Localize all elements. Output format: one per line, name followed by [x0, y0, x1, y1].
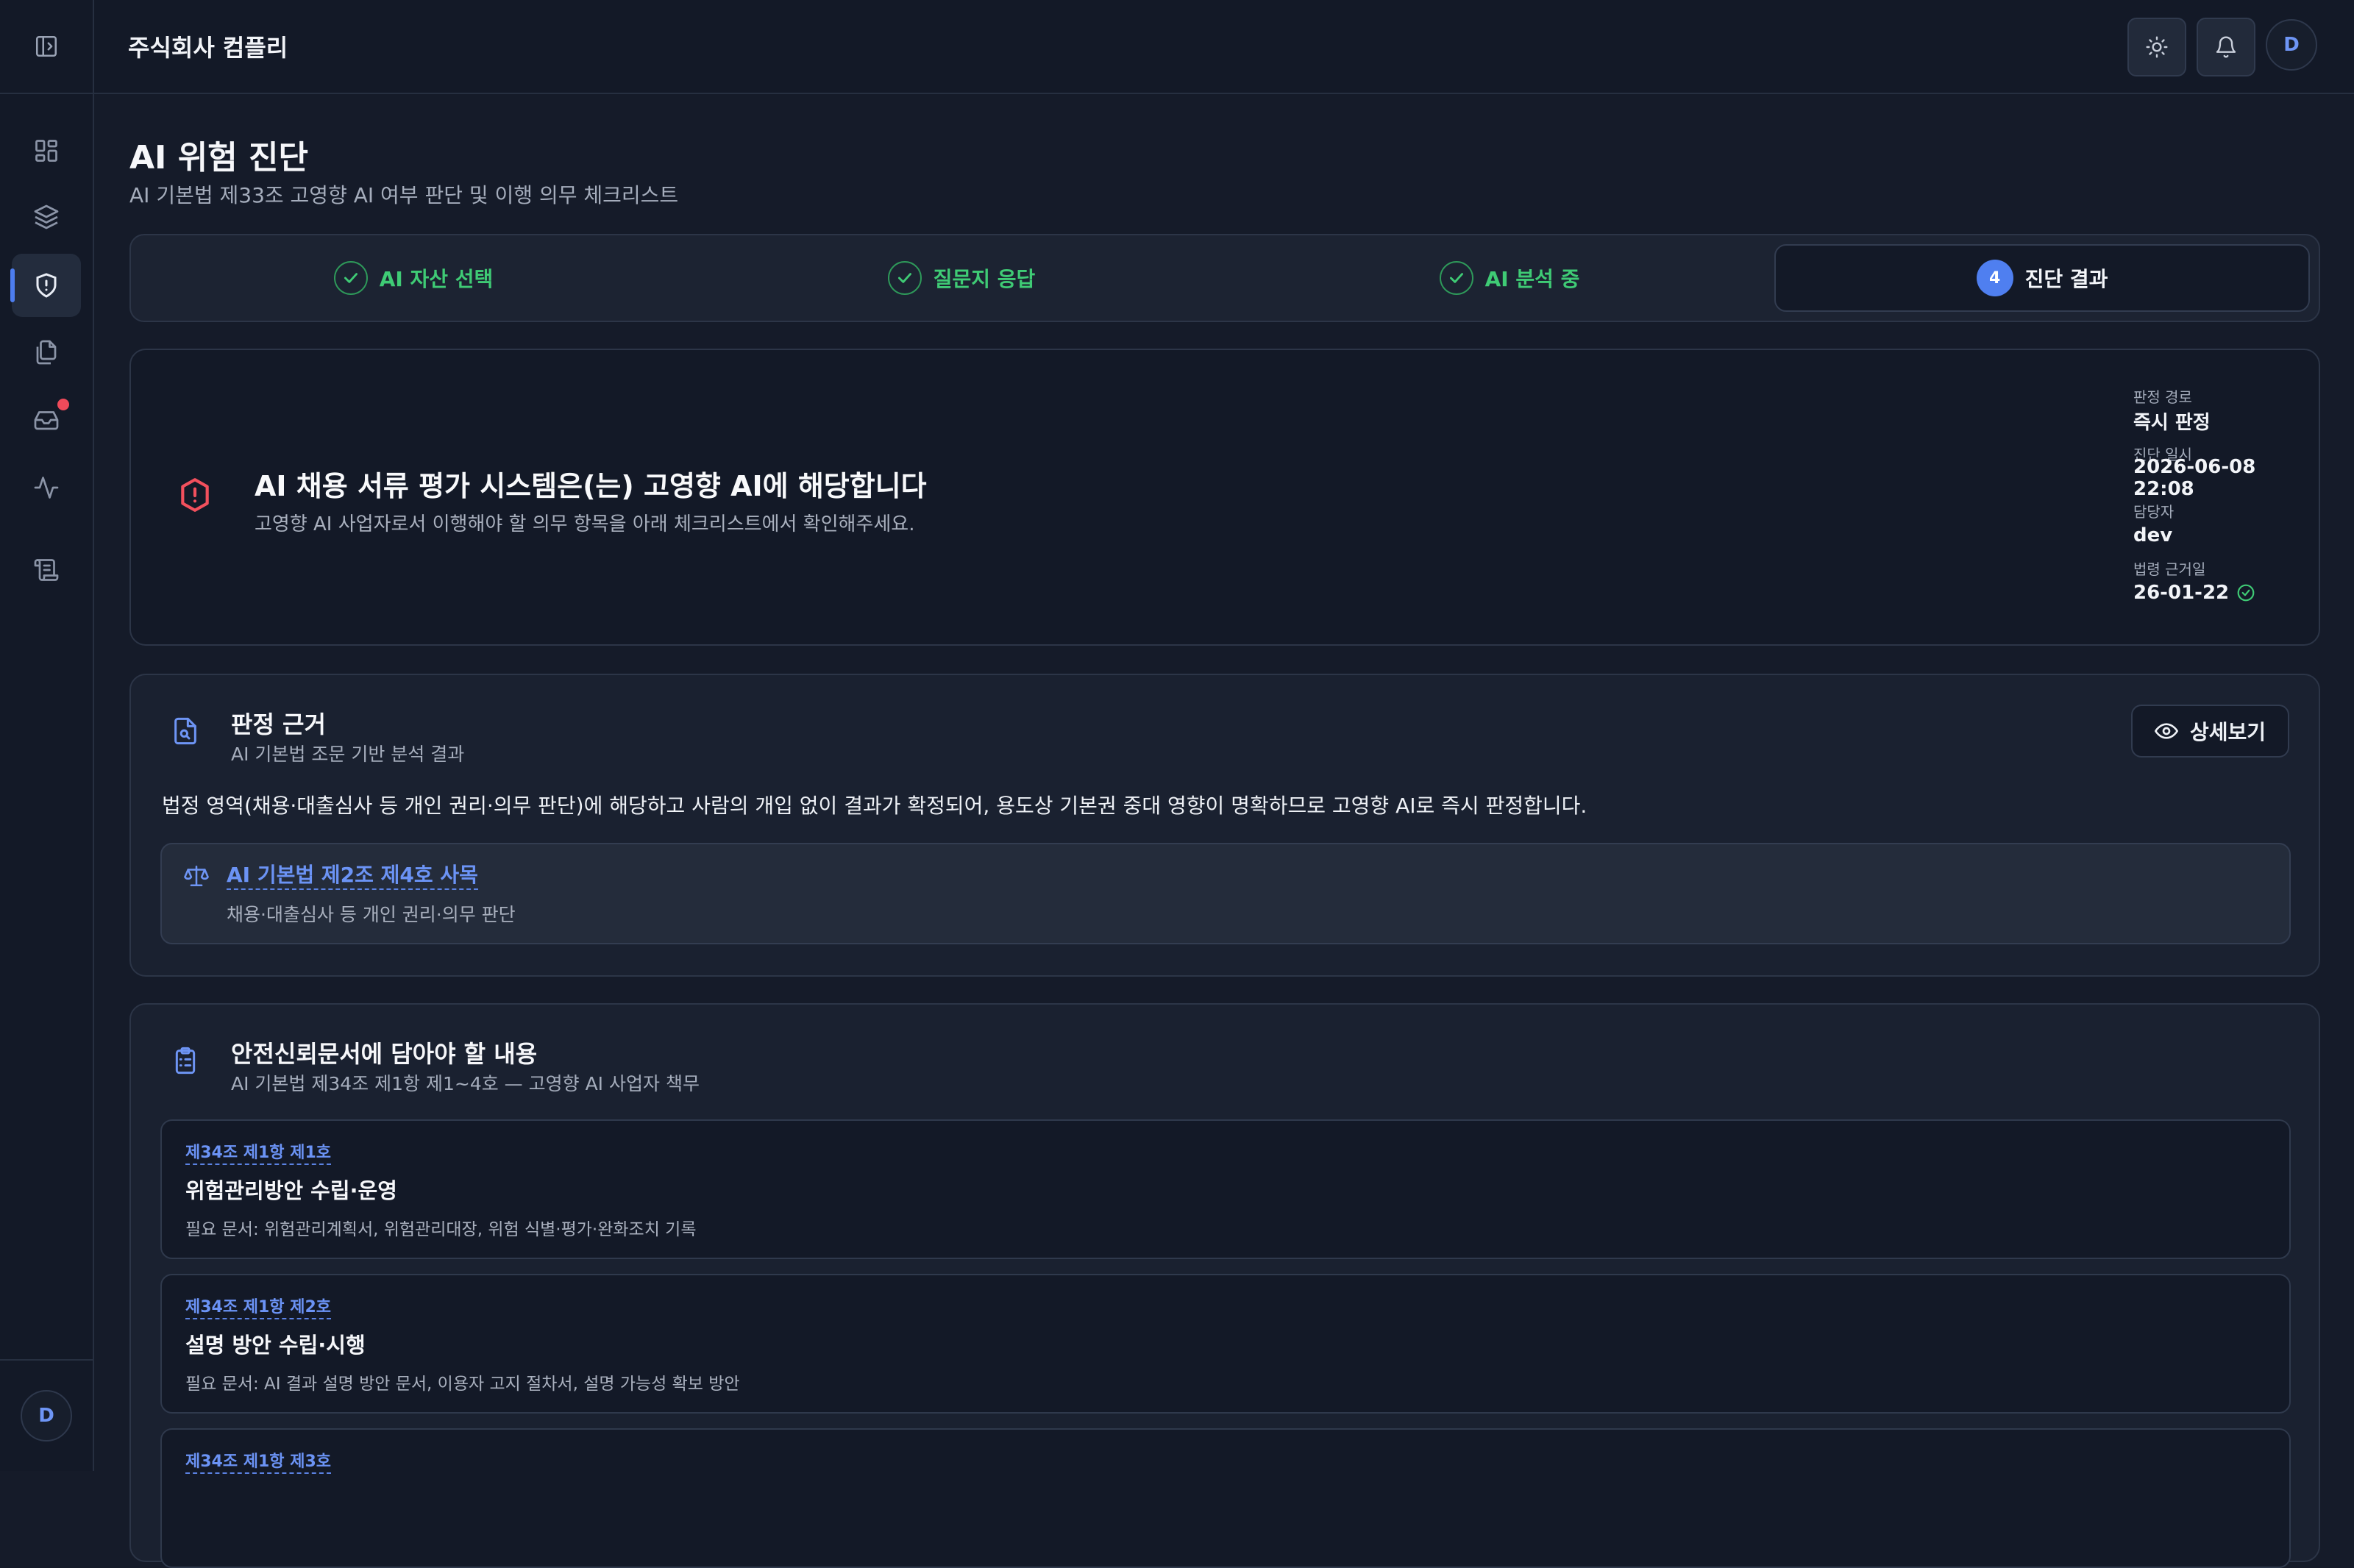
grid-icon [33, 138, 60, 164]
sidebar-toggle-icon[interactable] [34, 34, 59, 59]
page-title: AI 위험 진단 [129, 139, 308, 177]
requirement-docs: 필요 문서: AI 결과 설명 방안 문서, 이용자 고지 절차서, 설명 가능… [185, 1375, 740, 1394]
basis-subtitle: AI 기본법 조문 기반 분석 결과 [231, 744, 465, 765]
sidebar-header [0, 0, 93, 94]
sidebar: D [0, 0, 94, 1471]
shield-alert-icon [177, 477, 213, 516]
result-card: AI 채용 서류 평가 시스템은(는) 고영향 AI에 해당합니다 고영향 AI… [129, 349, 2320, 646]
activity-icon [33, 474, 60, 501]
eye-icon [2154, 719, 2178, 743]
step-number: 4 [1976, 260, 2013, 296]
meta-path-value: 즉시 판정 [2133, 411, 2211, 434]
basis-card: 판정 근거 AI 기본법 조문 기반 분석 결과 상세보기 법정 영역(채용·대… [129, 674, 2320, 977]
step-ai-analysis[interactable]: AI 분석 중 [1242, 244, 1777, 312]
basis-text: 법정 영역(채용·대출심사 등 개인 권리·의무 판단)에 해당하고 사람의 개… [162, 794, 1587, 818]
requirements-title: 안전신뢰문서에 담아야 할 내용 [231, 1040, 538, 1068]
result-meta: 판정 경로 즉시 판정 진단 일시 2026-06-08 22:08 담당자 d… [2133, 379, 2319, 609]
shield-alert-icon [33, 272, 60, 299]
check-circle-icon [887, 261, 922, 295]
check-circle-icon [333, 261, 368, 295]
requirement-item: 제34조 제1항 제3호 [160, 1428, 2291, 1568]
result-title: AI 채용 서류 평가 시스템은(는) 고영향 AI에 해당합니다 [255, 470, 927, 502]
notification-dot [57, 399, 69, 410]
requirement-item: 제34조 제1항 제2호 설명 방안 수립·시행 필요 문서: AI 결과 설명… [160, 1274, 2291, 1414]
step-asset-select[interactable]: AI 자산 선택 [146, 244, 681, 312]
requirements-subtitle: AI 기본법 제34조 제1항 제1~4호 — 고영향 AI 사업자 책무 [231, 1073, 700, 1094]
sidebar-item-risk-diagnosis[interactable] [10, 254, 81, 317]
meta-law-date: 26-01-22 [2133, 577, 2319, 609]
requirement-ref-link[interactable]: 제34조 제1항 제2호 [185, 1297, 331, 1319]
check-circle-icon [1439, 261, 1473, 295]
sidebar-item-dashboard[interactable] [12, 119, 81, 182]
meta-label: 판정 경로 [2133, 388, 2192, 406]
layers-icon [33, 204, 60, 230]
file-search-icon [171, 716, 200, 749]
requirement-title: 위험관리방안 수립·운영 [185, 1178, 397, 1203]
step-label: 질문지 응답 [933, 267, 1036, 291]
result-description: 고영향 AI 사업자로서 이행해야 할 의무 항목을 아래 체크리스트에서 확인… [255, 513, 915, 535]
step-label: 진단 결과 [2024, 267, 2108, 291]
scale-icon [184, 863, 209, 891]
sidebar-item-monitoring[interactable] [12, 456, 81, 519]
view-details-button[interactable]: 상세보기 [2130, 705, 2289, 758]
basis-title: 판정 근거 [231, 710, 326, 738]
step-label: AI 분석 중 [1484, 267, 1580, 291]
page-subtitle: AI 기본법 제33조 고영향 AI 여부 판단 및 이행 의무 체크리스트 [129, 183, 679, 207]
requirement-title: 설명 방안 수립·시행 [185, 1333, 366, 1358]
sidebar-item-ai-assets[interactable] [12, 185, 81, 249]
user-avatar[interactable]: D [21, 1390, 72, 1442]
requirement-ref-link[interactable]: 제34조 제1항 제1호 [185, 1143, 331, 1165]
diagnosis-stepper: AI 자산 선택 질문지 응답 AI 분석 중 4 진단 결과 [129, 234, 2320, 322]
meta-owner-value: dev [2133, 524, 2173, 546]
sidebar-footer: D [0, 1359, 93, 1471]
sidebar-item-documents[interactable] [12, 321, 81, 384]
step-result[interactable]: 4 진단 결과 [1774, 244, 2310, 312]
law-reference: AI 기본법 제2조 제4호 사목 채용·대출심사 등 개인 권리·의무 판단 [160, 843, 2291, 944]
sun-icon [2145, 35, 2169, 59]
sidebar-item-inbox[interactable] [12, 388, 81, 452]
header-avatar[interactable]: D [2266, 19, 2317, 71]
files-icon [33, 339, 60, 366]
step-label: AI 자산 선택 [379, 267, 494, 291]
sidebar-item-logs[interactable] [12, 538, 81, 602]
requirement-docs: 필요 문서: 위험관리계획서, 위험관리대장, 위험 식별·평가·완화조치 기록 [185, 1220, 697, 1239]
step-questionnaire[interactable]: 질문지 응답 [694, 244, 1229, 312]
meta-label: 담당자 [2133, 503, 2175, 521]
law-article-link[interactable]: AI 기본법 제2조 제4호 사목 [227, 862, 478, 890]
scroll-icon [33, 557, 60, 583]
requirement-item: 제34조 제1항 제1호 위험관리방안 수립·운영 필요 문서: 위험관리계획서… [160, 1119, 2291, 1259]
meta-law-date-value: 26-01-22 [2133, 582, 2230, 604]
top-header: 주식회사 컴플리 D [94, 0, 2354, 94]
requirements-card: 안전신뢰문서에 담아야 할 내용 AI 기본법 제34조 제1항 제1~4호 —… [129, 1003, 2320, 1568]
clipboard-list-icon [171, 1046, 200, 1078]
check-circle-icon [2236, 583, 2255, 602]
meta-date-value: 2026-06-08 22:08 [2133, 456, 2256, 500]
meta-label: 법령 근거일 [2133, 560, 2206, 578]
view-details-label: 상세보기 [2189, 720, 2266, 744]
law-description: 채용·대출심사 등 개인 권리·의무 판단 [227, 904, 516, 925]
notifications-button[interactable] [2197, 18, 2255, 76]
bell-icon [2214, 35, 2238, 59]
inbox-icon [33, 407, 60, 433]
org-name: 주식회사 컴플리 [128, 34, 288, 62]
theme-toggle-button[interactable] [2127, 18, 2186, 76]
